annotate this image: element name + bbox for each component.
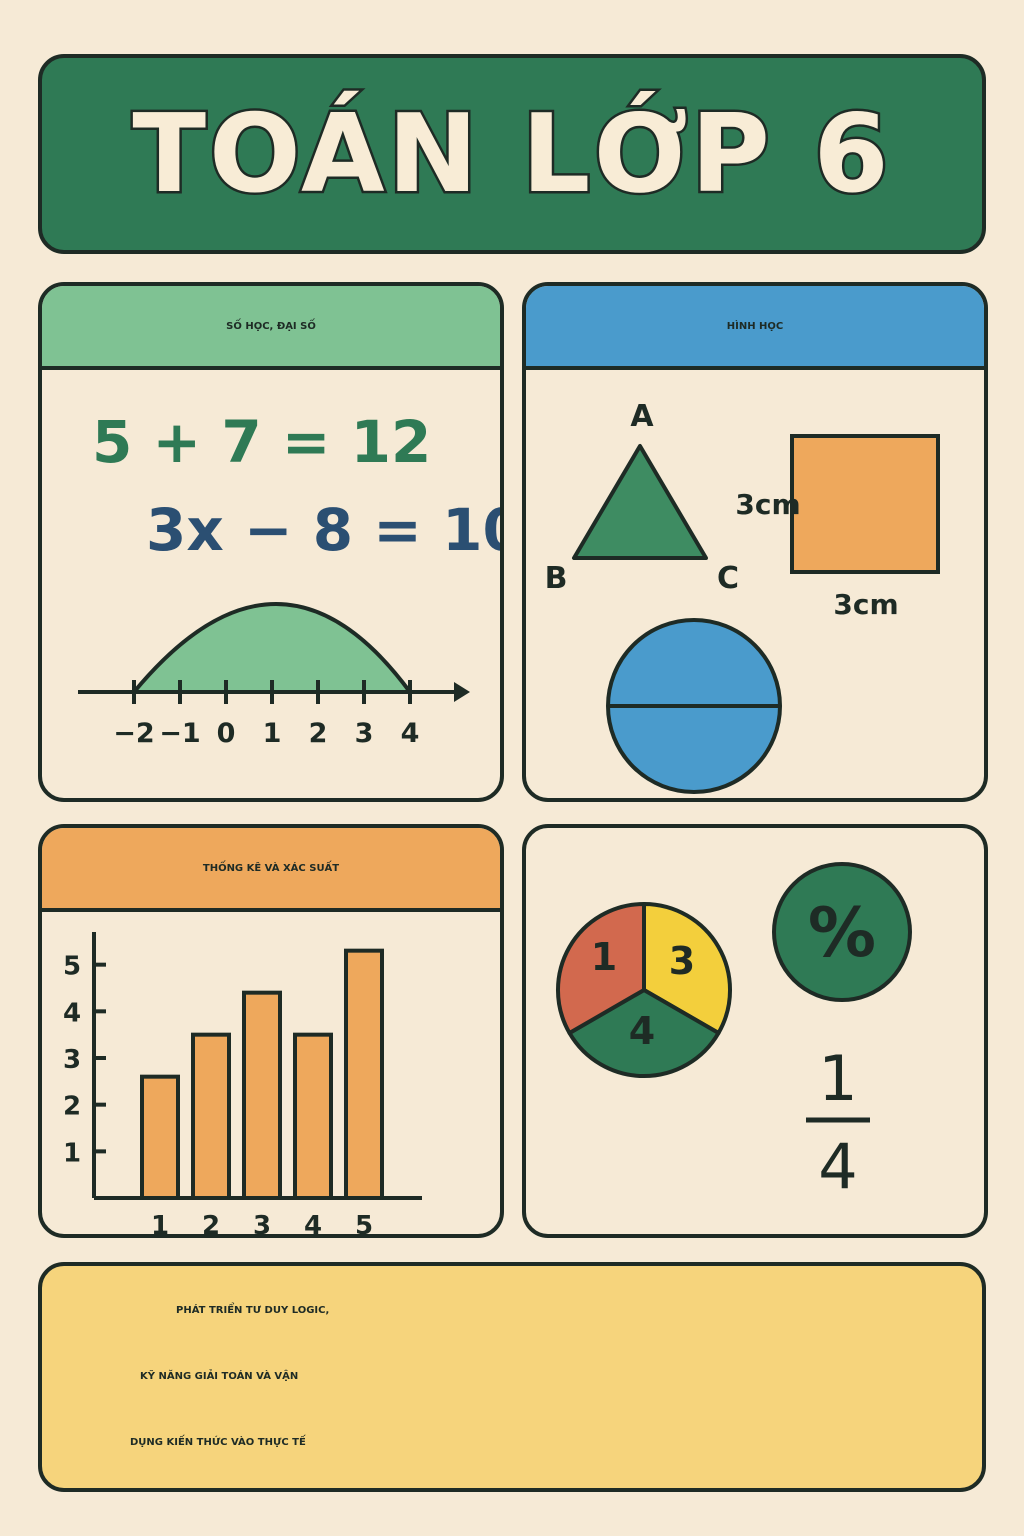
equation-addition: 5 + 7 = 12 xyxy=(92,408,431,476)
bar-series xyxy=(140,948,384,1201)
number-line-label: 3 xyxy=(355,718,374,749)
title-banner: TOÁN LỚP 6 xyxy=(38,54,986,254)
number-line-label: 0 xyxy=(217,718,236,749)
vertex-label-c: C xyxy=(717,561,739,596)
x-tick-label: 1 xyxy=(151,1211,169,1238)
statistics-heading: THỐNG KÊ VÀ XÁC SUẤT xyxy=(42,828,500,912)
triangle-shape xyxy=(572,444,708,560)
geometry-heading: HÌNH HỌC xyxy=(526,286,984,370)
y-tick-label: 1 xyxy=(63,1138,81,1168)
number-line-label: 1 xyxy=(263,718,282,749)
fractions-illustration: 1 3 4 % 1 4 xyxy=(555,862,912,1203)
solution-arc xyxy=(129,602,414,694)
pie-label-yellow: 3 xyxy=(669,939,695,983)
number-line-label: −2 xyxy=(113,718,154,749)
x-tick-label: 2 xyxy=(202,1211,220,1238)
footer-line-1: PHÁT TRIỂN TƯ DUY LOGIC, xyxy=(176,1305,330,1316)
y-tick-label: 3 xyxy=(63,1045,81,1075)
y-tick-label: 4 xyxy=(63,998,81,1028)
number-line-labels: −2 −1 0 1 2 3 4 xyxy=(113,718,419,749)
square-side-label-vertical: 3cm xyxy=(735,488,800,521)
page-title: TOÁN LỚP 6 xyxy=(130,89,892,219)
number-line-label: 4 xyxy=(401,718,420,749)
y-axis-ticks: 1 2 3 4 5 xyxy=(63,952,106,1168)
footer-line-2: KỸ NĂNG GIẢI TOÁN VÀ VẬN xyxy=(140,1371,299,1382)
square-shape xyxy=(790,434,940,574)
footer-banner: PHÁT TRIỂN TƯ DUY LOGIC, KỸ NĂNG GIẢI TO… xyxy=(38,1262,986,1492)
vertex-label-a: A xyxy=(630,399,654,434)
geometry-panel: HÌNH HỌC A B C 3cm 3cm xyxy=(522,282,988,802)
chart-bar xyxy=(140,1074,180,1201)
chart-bar xyxy=(242,990,282,1200)
number-line-arrow-icon xyxy=(454,682,470,702)
footer-line-3: DỤNG KIẾN THỨC VÀO THỰC TẾ xyxy=(130,1437,306,1448)
fraction-numerator: 1 xyxy=(818,1042,857,1115)
number-line-label: 2 xyxy=(309,718,328,749)
arithmetic-illustration: 5 + 7 = 12 3x − 8 = 10 −2 −1 0 1 2 3 4 xyxy=(78,408,504,749)
pie-label-red: 1 xyxy=(591,935,617,979)
chart-bar xyxy=(293,1032,333,1200)
geometry-illustration: A B C 3cm 3cm xyxy=(545,399,940,794)
chart-bar xyxy=(344,948,384,1200)
square-side-label-horizontal: 3cm xyxy=(833,588,898,621)
x-tick-label: 3 xyxy=(253,1211,271,1238)
fraction-denominator: 4 xyxy=(818,1130,857,1203)
pie-label-green: 4 xyxy=(629,1009,655,1053)
x-tick-label: 5 xyxy=(355,1211,373,1238)
statistics-panel: THỐNG KÊ VÀ XÁC SUẤT 1 2 3 4 5 1 2 3 4 5 xyxy=(38,824,504,1238)
equation-linear: 3x − 8 = 10 xyxy=(146,496,504,564)
x-tick-label: 4 xyxy=(304,1211,322,1238)
bar-chart: 1 2 3 4 5 1 2 3 4 5 xyxy=(63,932,422,1238)
chart-bar xyxy=(191,1032,231,1200)
fractions-percent-panel: 1 3 4 % 1 4 xyxy=(522,824,988,1238)
x-axis-ticks: 1 2 3 4 5 xyxy=(151,1211,373,1238)
percent-icon: % xyxy=(808,894,876,973)
vertex-label-b: B xyxy=(545,561,568,596)
y-tick-label: 2 xyxy=(63,1092,81,1122)
arithmetic-heading: SỐ HỌC, ĐẠI SỐ xyxy=(42,286,500,370)
number-line-label: −1 xyxy=(159,718,200,749)
arithmetic-algebra-panel: SỐ HỌC, ĐẠI SỐ 5 + 7 = 12 3x − 8 = 10 −2… xyxy=(38,282,504,802)
y-tick-label: 5 xyxy=(63,952,81,982)
pie-diagram: 1 3 4 xyxy=(555,902,733,1079)
